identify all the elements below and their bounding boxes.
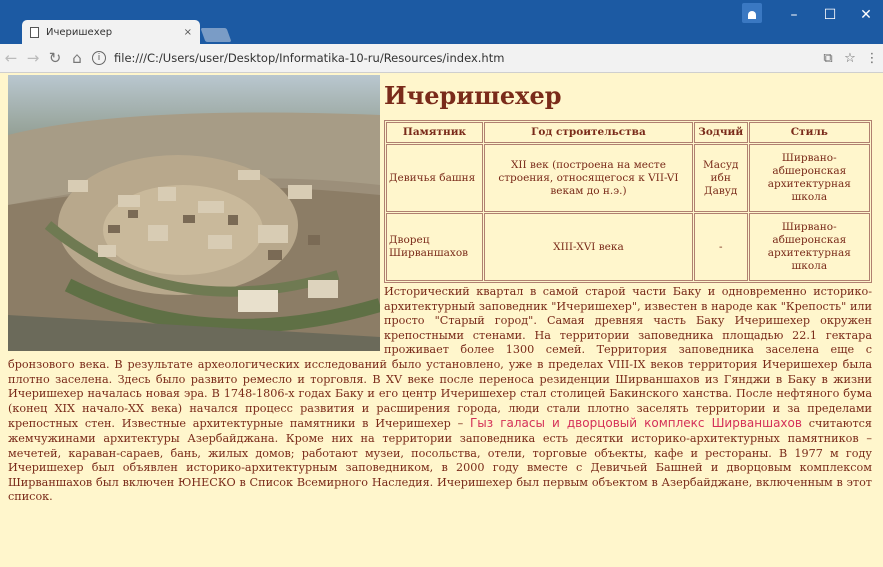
page-content: Ичеришехер Памятник Год строительства Зо…	[0, 73, 872, 505]
address-bar[interactable]: i file:///C:/Users/user/Desktop/Informat…	[92, 47, 809, 69]
forward-arrow-icon[interactable]: →	[22, 49, 44, 67]
table-cell: Ширвано-абшеронская архитектурная школа	[748, 144, 870, 212]
table-cell: Масуд ибн Давуд	[693, 144, 748, 212]
browser-titlebar: Ичеришехер × – ☐ ✕	[0, 0, 883, 44]
minimize-icon[interactable]: –	[776, 0, 812, 30]
profile-icon[interactable]	[742, 3, 762, 23]
table-cell: Ширвано-абшеронская архитектурная школа	[748, 213, 870, 281]
back-arrow-icon[interactable]: ←	[0, 49, 22, 67]
table-cell: Дворец Ширваншахов	[386, 213, 484, 281]
home-icon[interactable]: ⌂	[66, 49, 88, 67]
new-tab-button[interactable]	[200, 28, 232, 42]
column-header: Год строительства	[484, 122, 693, 143]
tab-close-icon[interactable]: ×	[184, 27, 192, 38]
tab-title: Ичеришехер	[46, 26, 113, 38]
bookmark-star-icon[interactable]: ☆	[839, 51, 861, 66]
highlighted-monuments: Гыз галасы и дворцовый комплекс Ширванша…	[469, 416, 802, 431]
reload-icon[interactable]: ↻	[44, 49, 66, 67]
aerial-city-photo	[8, 75, 380, 351]
table-row: Девичья башня XII век (построена на мест…	[386, 144, 870, 212]
close-window-icon[interactable]: ✕	[848, 0, 883, 30]
column-header: Зодчий	[693, 122, 748, 143]
maximize-icon[interactable]: ☐	[812, 0, 848, 30]
monuments-table: Памятник Год строительства Зодчий Стиль …	[384, 120, 872, 283]
table-header-row: Памятник Год строительства Зодчий Стиль	[386, 122, 870, 143]
table-cell: XII век (построена на месте строения, от…	[484, 144, 693, 212]
document-icon	[30, 26, 39, 38]
address-url: file:///C:/Users/user/Desktop/Informatik…	[114, 51, 505, 65]
table-row: Дворец Ширваншахов XIII-XVI века - Ширва…	[386, 213, 870, 281]
table-cell: Девичья башня	[386, 144, 484, 212]
info-icon[interactable]: i	[92, 51, 106, 65]
table-cell: XIII-XVI века	[484, 213, 693, 281]
column-header: Памятник	[386, 122, 484, 143]
translate-icon[interactable]: ⧉	[817, 51, 839, 66]
browser-toolbar: ← → ↻ ⌂ i file:///C:/Users/user/Desktop/…	[0, 44, 883, 73]
column-header: Стиль	[748, 122, 870, 143]
browser-tab[interactable]: Ичеришехер ×	[22, 20, 200, 44]
page-viewport: Ичеришехер Памятник Год строительства Зо…	[0, 73, 883, 567]
menu-icon[interactable]: ⋮	[861, 51, 883, 66]
table-cell: -	[693, 213, 748, 281]
